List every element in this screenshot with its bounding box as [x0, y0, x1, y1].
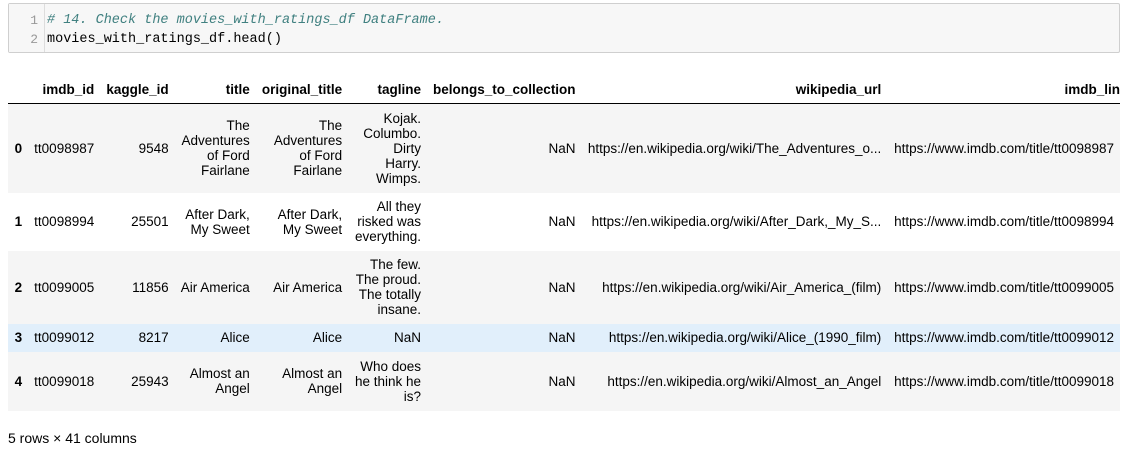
- code-statement[interactable]: movies_with_ratings_df.head(): [47, 30, 282, 49]
- table-row: 1 tt0098994 25501 After Dark, My Sweet A…: [8, 192, 1120, 251]
- cell-imdb-id: tt0099005: [34, 279, 95, 295]
- cell-kaggle-id: 25943: [131, 373, 169, 389]
- line-number: 1: [30, 13, 38, 28]
- index-header: [8, 75, 29, 104]
- column-header-belongs-to-collection: belongs_to_collection: [427, 75, 582, 104]
- column-header-wikipedia-url: wikipedia_url: [581, 75, 888, 104]
- cell-imdb-id: tt0099018: [34, 373, 95, 389]
- row-index: 4: [14, 373, 23, 389]
- cell-wikipedia-url: https://en.wikipedia.org/wiki/Alice_(199…: [608, 330, 882, 345]
- table-row-hovered: 3 tt0099012 8217 Alice Alice NaN NaN htt…: [8, 323, 1120, 352]
- cell-wikipedia-url: https://en.wikipedia.org/wiki/Air_Americ…: [602, 279, 882, 295]
- cell-original-title: Air America: [273, 279, 343, 295]
- column-header-tagline: tagline: [348, 75, 428, 104]
- cell-tagline: All they risked was everything.: [354, 199, 422, 244]
- cell-title: Almost an Angel: [189, 366, 250, 396]
- cell-original-title: After Dark, My Sweet: [277, 206, 343, 237]
- table-row: 4 tt0099018 25943 Almost an Angel Almost…: [8, 351, 1120, 411]
- output-area: imdb_id kaggle_id title original_title t…: [8, 75, 1120, 411]
- cell-imdb-link: https://www.imdb.com/title/tt0099018: [894, 373, 1114, 389]
- cell-tagline: The few. The proud. The totally insane.: [355, 257, 422, 317]
- cell-tagline: Who does he think he is?: [354, 358, 422, 404]
- cell-original-title: Alice: [312, 330, 343, 345]
- cell-title: The Adventures of Ford Fairlane: [181, 118, 250, 179]
- cell-imdb-id: tt0099012: [34, 330, 95, 345]
- cell-title: After Dark, My Sweet: [185, 206, 250, 237]
- cell-wikipedia-url: https://en.wikipedia.org/wiki/The_Advent…: [587, 140, 882, 156]
- cell-tagline: NaN: [394, 330, 422, 345]
- dataframe-table: imdb_id kaggle_id title original_title t…: [8, 75, 1120, 411]
- cell-belongs-to-collection: NaN: [548, 214, 576, 229]
- cell-belongs-to-collection: NaN: [548, 279, 576, 295]
- cell-belongs-to-collection: NaN: [548, 140, 576, 156]
- column-header-title: title: [174, 75, 256, 104]
- row-index: 3: [14, 330, 23, 345]
- table-row: 2 tt0099005 11856 Air America Air Americ…: [8, 250, 1120, 324]
- cell-tagline: Kojak. Columbo. Dirty Harry. Wimps.: [363, 110, 422, 186]
- cell-imdb-id: tt0098994: [34, 214, 95, 229]
- cell-kaggle-id: 11856: [132, 279, 169, 295]
- code-cell[interactable]: 1 2 # 14. Check the movies_with_ratings_…: [8, 3, 1120, 53]
- cell-imdb-link: https://www.imdb.com/title/tt0099005: [894, 279, 1114, 295]
- row-index: 0: [14, 140, 23, 156]
- header-row: imdb_id kaggle_id title original_title t…: [8, 75, 1120, 104]
- column-header-imdb-link: imdb_lin: [887, 75, 1120, 104]
- column-header-imdb-id: imdb_id: [28, 75, 101, 104]
- cell-title: Air America: [180, 279, 250, 295]
- cell-original-title: Almost an Angel: [282, 366, 343, 396]
- cell-imdb-id: tt0098987: [34, 140, 95, 156]
- cell-wikipedia-url: https://en.wikipedia.org/wiki/After_Dark…: [591, 214, 882, 229]
- shape-summary: 5 rows × 41 columns: [8, 430, 137, 446]
- line-number-gutter: 1 2: [9, 4, 45, 52]
- cell-belongs-to-collection: NaN: [548, 373, 576, 389]
- row-index: 2: [14, 279, 23, 295]
- cell-kaggle-id: 25501: [131, 214, 169, 229]
- cell-belongs-to-collection: NaN: [548, 330, 576, 345]
- cell-imdb-link: https://www.imdb.com/title/tt0099012: [894, 330, 1114, 345]
- cell-kaggle-id: 8217: [138, 330, 169, 345]
- code-comment[interactable]: # 14. Check the movies_with_ratings_df D…: [47, 11, 444, 30]
- column-header-kaggle-id: kaggle_id: [100, 75, 175, 104]
- cell-original-title: The Adventures of Ford Fairlane: [273, 118, 343, 179]
- cell-imdb-link: https://www.imdb.com/title/tt0098987: [894, 140, 1114, 156]
- cell-kaggle-id: 9548: [138, 140, 169, 156]
- table-row: 0 tt0098987 9548 The Adventures of Ford …: [8, 103, 1120, 193]
- column-header-original-title: original_title: [255, 75, 349, 104]
- cell-title: Alice: [220, 330, 250, 345]
- row-index: 1: [14, 214, 23, 229]
- cell-imdb-link: https://www.imdb.com/title/tt0098994: [894, 214, 1114, 229]
- line-number: 2: [30, 32, 38, 47]
- cell-wikipedia-url: https://en.wikipedia.org/wiki/Almost_an_…: [607, 373, 882, 389]
